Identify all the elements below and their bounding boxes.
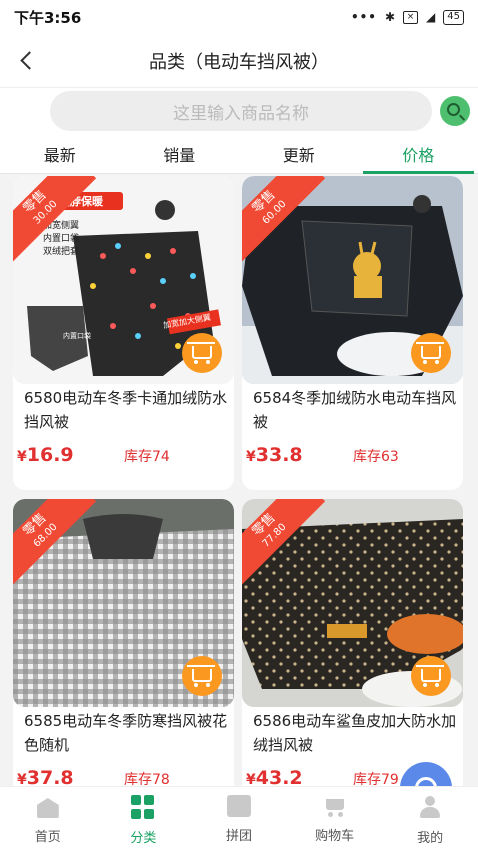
- product-image[interactable]: 零售 68.00: [13, 499, 234, 707]
- search-input[interactable]: 这里输入商品名称: [50, 91, 432, 131]
- cart-icon: [187, 664, 215, 687]
- nav-label: 我的: [417, 831, 444, 846]
- add-to-cart-button[interactable]: [411, 333, 451, 373]
- add-to-cart-button[interactable]: [182, 333, 222, 373]
- nav-home[interactable]: 首页: [0, 787, 96, 850]
- price-value: 33.8: [255, 444, 303, 466]
- product-grid: 围脖保暖 加宽侧翼 内置口袋 双绒把套 加宽加大侧翼 内置口袋 零售 30.00…: [0, 176, 478, 786]
- nav-group-buy[interactable]: 拼团: [191, 787, 287, 850]
- search-bar: 这里输入商品名称: [0, 88, 478, 134]
- sim-icon: ×: [403, 10, 419, 24]
- product-stock: 库存63: [353, 449, 399, 465]
- sort-tabs: 最新 销量 更新 价格: [0, 134, 478, 174]
- battery-icon: 45: [443, 9, 464, 25]
- currency-symbol: ¥: [17, 449, 27, 465]
- search-button[interactable]: [440, 96, 470, 126]
- category-icon: [131, 795, 155, 819]
- product-price: ¥33.8: [246, 444, 303, 466]
- nav-label: 分类: [130, 831, 157, 846]
- back-button[interactable]: [14, 48, 39, 72]
- product-name[interactable]: 6584冬季加绒防水电动车挡风被: [253, 386, 458, 434]
- product-card[interactable]: 零售 77.80 6586电动车鲨鱼皮加大防水加绒挡风被 ¥43.2 库存79: [242, 499, 463, 786]
- nav-category[interactable]: 分类: [96, 787, 192, 850]
- nav-label: 购物车: [315, 829, 355, 844]
- product-price: ¥37.8: [17, 767, 74, 786]
- bottom-nav: 首页 分类 拼团 购物车 我的: [0, 786, 478, 850]
- image-caption: 内置口袋: [63, 332, 91, 340]
- page-title: 品类（电动车挡风被）: [149, 51, 329, 73]
- product-card[interactable]: 围脖保暖 加宽侧翼 内置口袋 双绒把套 加宽加大侧翼 内置口袋 零售 30.00…: [13, 176, 234, 490]
- product-price: ¥43.2: [246, 767, 303, 786]
- currency-symbol: ¥: [246, 449, 256, 465]
- cart-icon: [323, 795, 347, 817]
- product-image[interactable]: 零售 77.80: [242, 499, 463, 707]
- back-arrow-icon: [19, 50, 39, 70]
- status-time: 下午3:56: [14, 8, 82, 27]
- currency-symbol: ¥: [17, 772, 27, 786]
- bluetooth-icon: ✱: [384, 10, 396, 24]
- header: 品类（电动车挡风被）: [0, 34, 478, 88]
- cart-icon: [416, 341, 444, 364]
- add-to-cart-button[interactable]: [411, 656, 451, 696]
- cart-icon: [187, 341, 215, 364]
- product-name[interactable]: 6585电动车冬季防寒挡风被花色随机: [24, 709, 229, 757]
- nav-cart[interactable]: 购物车: [287, 787, 383, 850]
- status-bar: 下午3:56 ••• ✱ × ◢ 45: [0, 0, 478, 34]
- nav-label: 拼团: [225, 829, 252, 844]
- product-image[interactable]: 围脖保暖 加宽侧翼 内置口袋 双绒把套 加宽加大侧翼 内置口袋 零售 30.00: [13, 176, 234, 384]
- price-value: 43.2: [255, 767, 303, 786]
- product-image[interactable]: 零售 60.00: [242, 176, 463, 384]
- product-name[interactable]: 6580电动车冬季卡通加绒防水挡风被: [24, 386, 229, 434]
- price-value: 16.9: [26, 444, 74, 466]
- product-price: ¥16.9: [17, 444, 74, 466]
- wifi-icon: ◢: [426, 10, 436, 24]
- profile-icon: [418, 795, 442, 819]
- tab-price[interactable]: 价格: [359, 134, 478, 174]
- tab-updated[interactable]: 更新: [239, 134, 359, 173]
- tab-latest[interactable]: 最新: [0, 134, 120, 173]
- cart-icon: [416, 664, 444, 687]
- product-stock: 库存79: [353, 772, 399, 786]
- product-name[interactable]: 6586电动车鲨鱼皮加大防水加绒挡风被: [253, 709, 458, 757]
- product-card[interactable]: 零售 68.00 6585电动车冬季防寒挡风被花色随机 ¥37.8 库存78: [13, 499, 234, 786]
- image-caption: 内置口袋: [43, 234, 80, 244]
- product-stock: 库存78: [124, 772, 170, 786]
- product-stock: 库存74: [124, 449, 170, 465]
- search-icon: [447, 103, 460, 116]
- home-icon: [36, 798, 59, 818]
- add-to-cart-button[interactable]: [182, 656, 222, 696]
- currency-symbol: ¥: [246, 772, 256, 786]
- tab-sales[interactable]: 销量: [120, 134, 240, 173]
- group-buy-icon: [226, 795, 251, 817]
- nav-profile[interactable]: 我的: [382, 787, 478, 850]
- more-dots: •••: [350, 10, 377, 24]
- price-value: 37.8: [26, 767, 74, 786]
- image-caption: 双绒把套: [43, 247, 80, 257]
- nav-label: 首页: [34, 830, 61, 845]
- product-card[interactable]: 零售 60.00 6584冬季加绒防水电动车挡风被 ¥33.8 库存63: [242, 176, 463, 490]
